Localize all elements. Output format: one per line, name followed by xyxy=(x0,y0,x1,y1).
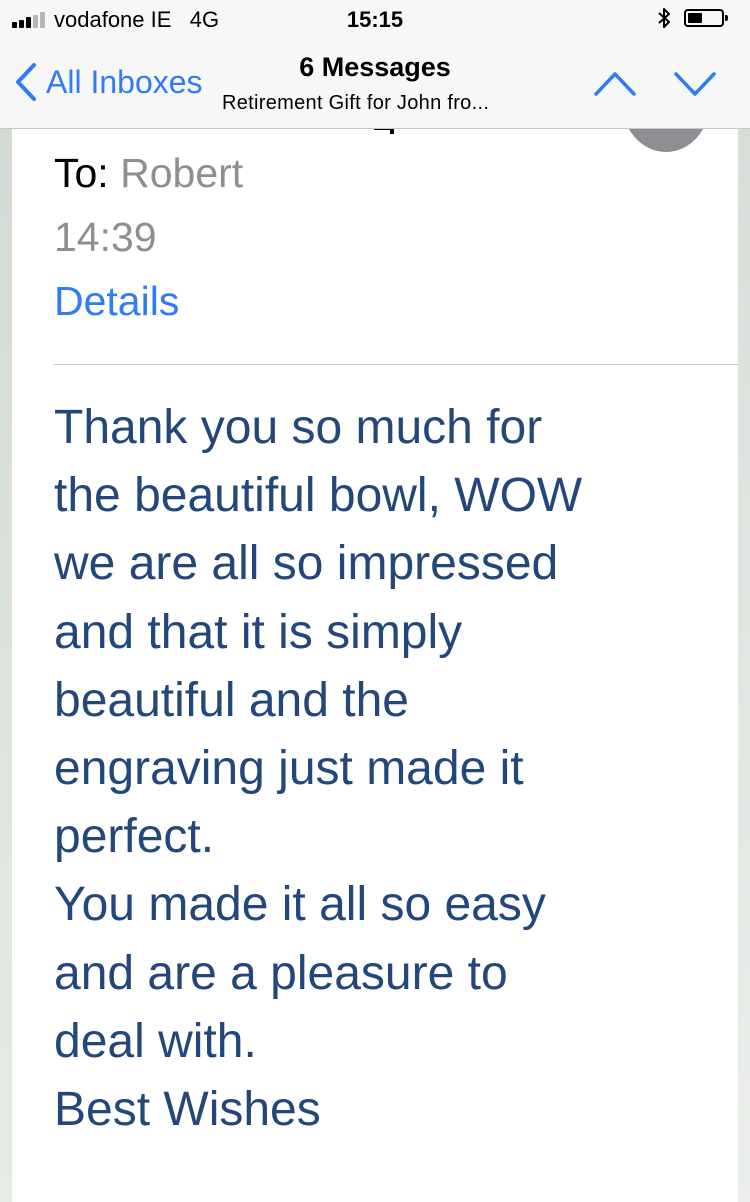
status-time: 15:15 xyxy=(346,7,404,32)
details-link[interactable]: Details xyxy=(54,278,179,325)
chevron-down-icon[interactable] xyxy=(672,64,718,104)
body-line: the beautiful bowl, WOW xyxy=(54,469,583,523)
recipient-name[interactable]: Robert xyxy=(120,150,243,196)
message-body: Thank you so much for the beautiful bowl… xyxy=(54,394,582,1144)
nav-subtitle: Retirement Gift for John fro... xyxy=(222,92,490,114)
battery-icon xyxy=(684,9,728,27)
body-line: Thank you so much for xyxy=(54,401,543,454)
battery-nub xyxy=(725,15,728,21)
message-card: To: Robert 14:39 Details Thank you so mu… xyxy=(12,98,738,1202)
body-line: and that it is simply xyxy=(54,605,463,659)
status-bar: vodafone IE 4G 15:15 xyxy=(0,0,750,40)
body-line: we are all so impressed xyxy=(54,537,559,591)
bluetooth-icon xyxy=(658,8,670,28)
chevron-up-icon[interactable] xyxy=(592,64,638,104)
body-line: You made it all so easy xyxy=(54,878,546,932)
recipient-line: To: Robert xyxy=(54,150,243,197)
battery-fill xyxy=(688,13,702,23)
body-line: beautiful and the xyxy=(54,673,409,727)
body-line: and are a pleasure to xyxy=(54,946,508,1000)
body-line: Best Wishes xyxy=(54,1083,321,1137)
body-line: perfect. xyxy=(54,810,215,864)
header-divider xyxy=(54,364,738,365)
message-time: 14:39 xyxy=(54,214,157,260)
to-label: To: xyxy=(54,150,109,196)
background-edge-right xyxy=(738,0,750,1202)
body-line: deal with. xyxy=(54,1014,257,1068)
background-edge-left xyxy=(0,0,12,1202)
body-line: engraving just made it xyxy=(54,742,524,796)
navigation-bar: All Inboxes 6 Messages Retirement Gift f… xyxy=(0,40,750,129)
